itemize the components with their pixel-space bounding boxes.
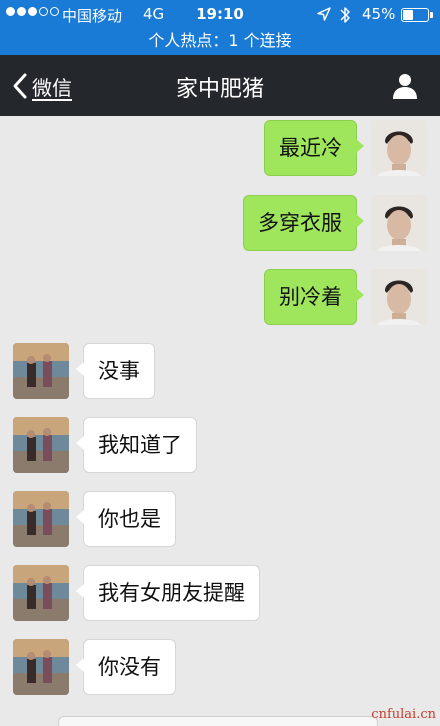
message-bubble[interactable]: 你没有 <box>76 639 176 695</box>
message-incoming: 你没有 <box>13 639 176 695</box>
battery-cap <box>430 12 433 18</box>
avatar-contact[interactable] <box>13 491 69 547</box>
navigation-bar: 微信 家中肥猪 <box>0 55 440 116</box>
message-bubble[interactable]: 没事 <box>76 343 155 399</box>
bluetooth-icon <box>340 7 350 23</box>
battery-percentage: 45% <box>362 5 396 23</box>
message-incoming: 我有女朋友提醒 <box>13 565 260 621</box>
watermark: cnfulai.cn <box>371 707 436 722</box>
message-incoming: 你也是 <box>13 491 176 547</box>
chat-history[interactable]: 最近冷 多穿衣服 别冷着 没事 我知道了 你也是 我有女朋友提醒 你没有 <box>0 116 440 726</box>
message-incoming: 没事 <box>13 343 155 399</box>
message-bubble[interactable]: 多穿衣服 <box>243 195 364 251</box>
message-bubble[interactable]: 我有女朋友提醒 <box>76 565 260 621</box>
message-outgoing: 别冷着 <box>264 269 427 325</box>
avatar-self[interactable] <box>371 269 427 325</box>
message-outgoing: 多穿衣服 <box>243 195 427 251</box>
message-bubble[interactable]: 别冷着 <box>264 269 364 325</box>
message-bubble[interactable]: 你也是 <box>76 491 176 547</box>
message-incoming: 我知道了 <box>13 417 197 473</box>
message-bubble[interactable]: 我知道了 <box>76 417 197 473</box>
message-outgoing: 最近冷 <box>264 120 427 176</box>
person-icon[interactable] <box>390 71 420 101</box>
location-arrow-icon <box>317 7 331 21</box>
avatar-self[interactable] <box>371 120 427 176</box>
message-bubble[interactable]: 最近冷 <box>264 120 364 176</box>
chat-title: 家中肥猪 <box>175 77 264 102</box>
avatar-self[interactable] <box>371 195 427 251</box>
status-bar: 中国移动 4G 19:10 45% <box>0 0 440 30</box>
avatar-contact[interactable] <box>13 639 69 695</box>
avatar-contact[interactable] <box>13 417 69 473</box>
message-input-edge[interactable] <box>58 716 378 726</box>
avatar-contact[interactable] <box>13 565 69 621</box>
battery-icon <box>401 8 429 22</box>
hotspot-banner[interactable]: 个人热点：1 个连接 <box>0 30 440 55</box>
battery-level-fill <box>403 10 414 20</box>
avatar-contact[interactable] <box>13 343 69 399</box>
